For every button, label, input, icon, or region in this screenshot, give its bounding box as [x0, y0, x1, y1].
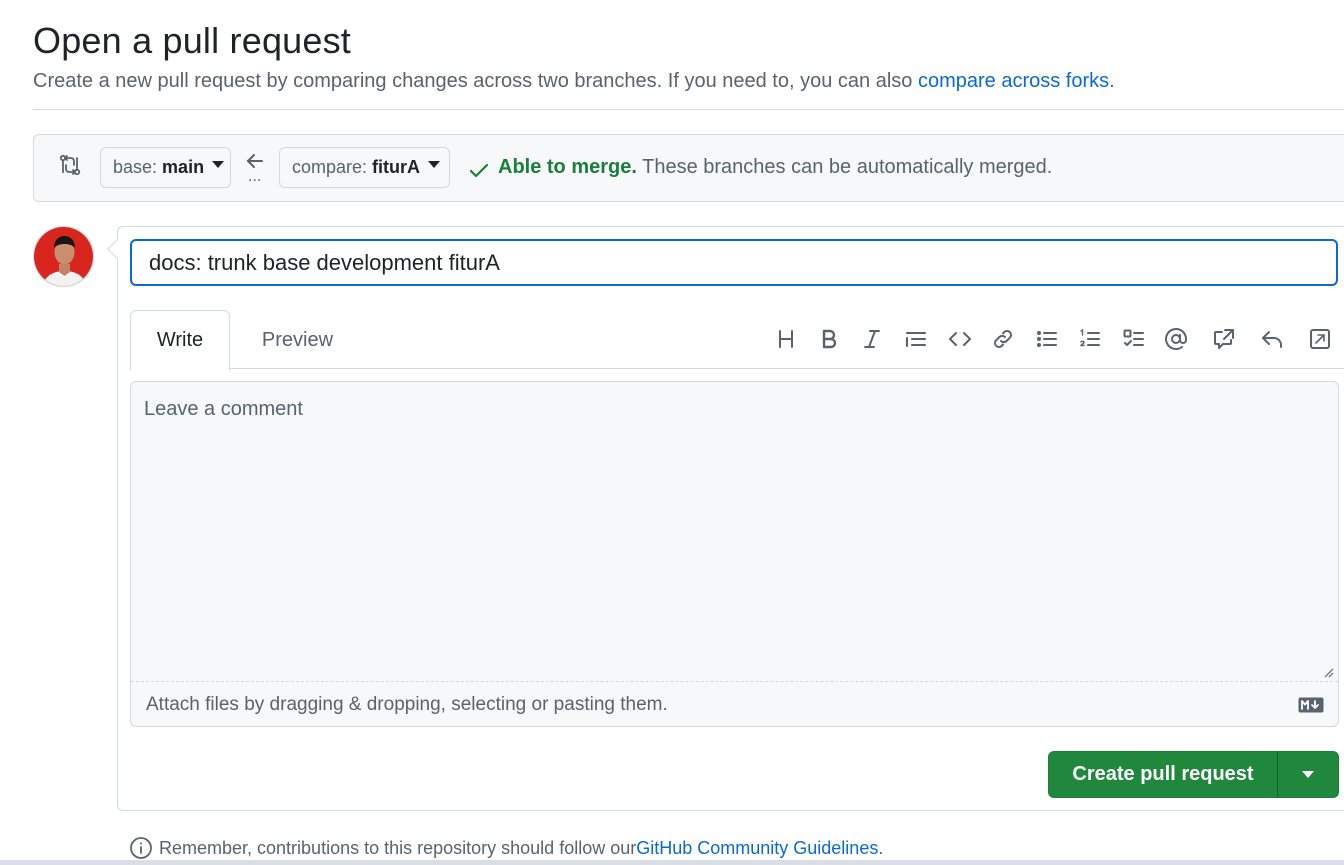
comment-box: Attach files by dragging & dropping, sel…	[130, 381, 1339, 727]
comment-textarea[interactable]	[131, 382, 1338, 681]
base-branch-select[interactable]: base: main	[100, 147, 231, 188]
base-prefix: base:	[113, 157, 158, 177]
page-title: Open a pull request	[33, 20, 352, 61]
merge-status-bold: Able to merge.	[498, 156, 637, 178]
tab-write[interactable]: Write	[130, 310, 230, 370]
tab-preview[interactable]: Preview	[240, 310, 355, 370]
heading-icon[interactable]	[773, 326, 799, 352]
merge-status: Able to merge. These branches can be aut…	[498, 156, 1052, 179]
code-icon[interactable]	[947, 326, 973, 352]
compare-prefix: compare:	[292, 157, 368, 177]
check-icon	[468, 159, 490, 181]
italic-icon[interactable]	[859, 326, 885, 352]
link-icon[interactable]	[990, 326, 1016, 352]
note-end: .	[878, 837, 884, 858]
chevron-down-icon	[1302, 771, 1314, 778]
fullscreen-icon[interactable]	[1307, 326, 1333, 352]
base-branch-name: main	[162, 157, 205, 177]
merge-status-text: These branches can be automatically merg…	[636, 156, 1053, 178]
avatar[interactable]	[33, 226, 94, 287]
note-text: Remember, contributions to this reposito…	[159, 837, 637, 858]
saved-reply-icon[interactable]	[1259, 326, 1285, 352]
compare-across-forks-link[interactable]: compare across forks	[918, 70, 1109, 92]
compare-branch-select[interactable]: compare: fiturA	[279, 147, 450, 188]
community-guidelines-link[interactable]: GitHub Community Guidelines	[636, 838, 878, 859]
contribution-note: Remember, contributions to this reposito…	[129, 836, 883, 860]
mention-icon[interactable]	[1163, 326, 1189, 352]
create-pull-request-button[interactable]: Create pull request	[1048, 751, 1278, 798]
git-compare-icon	[58, 153, 82, 177]
bottom-edge	[0, 860, 1344, 865]
ellipsis: ...	[248, 168, 262, 185]
markdown-icon[interactable]	[1298, 697, 1324, 713]
subtitle-end: .	[1109, 70, 1115, 92]
quote-icon[interactable]	[903, 326, 929, 352]
cross-reference-icon[interactable]	[1211, 326, 1237, 352]
chevron-down-icon	[428, 161, 441, 168]
bold-icon[interactable]	[816, 326, 842, 352]
compare-branch-name: fiturA	[372, 157, 421, 177]
subtitle-text: Create a new pull request by comparing c…	[33, 70, 918, 92]
page-subtitle: Create a new pull request by comparing c…	[33, 70, 1115, 93]
create-options-dropdown[interactable]	[1277, 751, 1339, 798]
unordered-list-icon[interactable]	[1034, 326, 1060, 352]
pr-title-input[interactable]	[130, 239, 1338, 286]
chevron-down-icon	[212, 161, 225, 168]
header-divider	[33, 109, 1344, 110]
attach-files-bar[interactable]: Attach files by dragging & dropping, sel…	[131, 681, 1338, 726]
resize-handle-icon[interactable]	[1322, 665, 1334, 678]
ordered-list-icon[interactable]	[1077, 326, 1103, 352]
info-icon	[130, 837, 152, 859]
task-list-icon[interactable]	[1121, 326, 1147, 352]
